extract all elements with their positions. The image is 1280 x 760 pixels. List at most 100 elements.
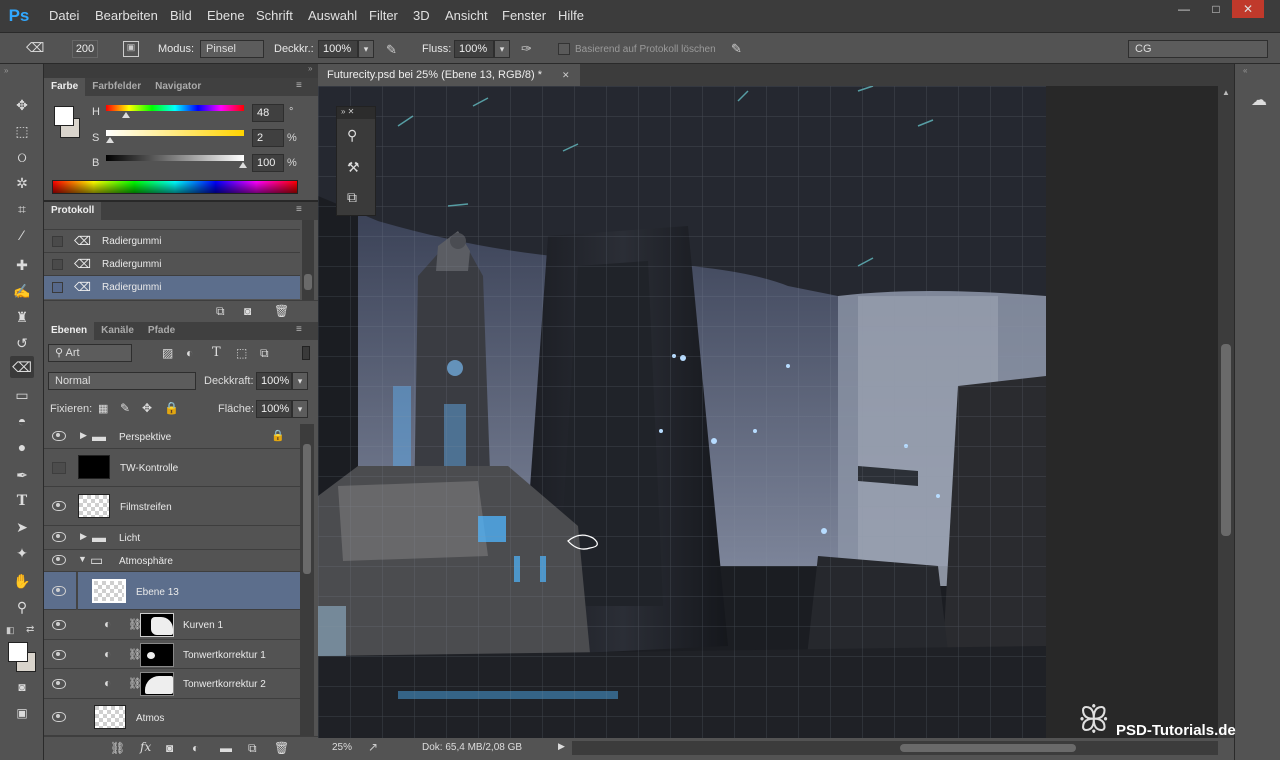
new-document-from-state-icon[interactable]: ⧉ (216, 304, 225, 319)
workspace-select[interactable]: CG (1128, 40, 1268, 58)
visibility-eye-icon[interactable] (52, 650, 66, 660)
history-menu-icon[interactable]: ≡ (296, 204, 302, 215)
visibility-off-box[interactable] (52, 462, 66, 474)
blur-tool-icon[interactable]: ◓ (10, 410, 34, 432)
pressure-size-icon[interactable]: ✎ (731, 41, 749, 57)
eyedropper-tool-icon[interactable]: ⁄ (10, 224, 34, 246)
eraser-tool-preset-icon[interactable]: ⌫ (26, 40, 44, 56)
h-slider-handle[interactable] (122, 112, 130, 118)
document-tab[interactable]: Futurecity.psd bei 25% (Ebene 13, RGB/8)… (318, 64, 580, 86)
zoom-tool-icon[interactable]: ⚲ (10, 596, 34, 618)
layer-row-adjustment[interactable]: ◐ ⛓ Tonwertkorrektur 2 (44, 669, 300, 699)
layer-style-icon[interactable]: fx (140, 740, 151, 754)
link-layers-icon[interactable]: ⛓ (110, 741, 125, 755)
history-brush-tool-icon[interactable]: ↺ (10, 332, 34, 354)
close-window-button[interactable]: ✕ (1232, 0, 1264, 18)
layers-scrollbar[interactable] (300, 424, 314, 736)
menu-filter[interactable]: Filter (369, 8, 398, 23)
clone-source-icon[interactable]: ⧉ (347, 189, 357, 206)
stamp-tool-icon[interactable]: ♜ (10, 306, 34, 328)
history-scrollbar[interactable] (302, 220, 314, 300)
pen-tool-icon[interactable]: ✒ (10, 464, 34, 486)
tab-protokoll[interactable]: Protokoll (44, 202, 102, 220)
blend-mode-select[interactable]: Normal (48, 372, 196, 390)
type-tool-icon[interactable]: T (10, 490, 34, 512)
zoom-level[interactable]: 25% (332, 742, 352, 753)
dodge-tool-icon[interactable]: ● (10, 436, 34, 458)
new-adjustment-layer-icon[interactable]: ◐ (192, 741, 199, 755)
pressure-opacity-icon[interactable]: ✎ (386, 42, 404, 58)
gradient-tool-icon[interactable]: ▭ (10, 384, 34, 406)
opacity-input[interactable]: 100% (256, 372, 292, 390)
menu-bild[interactable]: Bild (170, 8, 192, 23)
visibility-eye-icon[interactable] (52, 586, 66, 596)
default-colors-icon[interactable]: ◧ (6, 625, 15, 636)
minimize-button[interactable]: — (1168, 0, 1200, 18)
scroll-up-icon[interactable]: ▲ (1222, 88, 1230, 97)
fill-dropdown-icon[interactable]: ▾ (292, 400, 308, 418)
visibility-eye-icon[interactable] (52, 555, 66, 565)
move-tool-icon[interactable]: ✥ (10, 94, 34, 116)
layers-scroll-thumb[interactable] (303, 444, 311, 574)
menu-hilfe[interactable]: Hilfe (558, 8, 584, 23)
menu-bearbeiten[interactable]: Bearbeiten (95, 8, 158, 23)
visibility-eye-icon[interactable] (52, 679, 66, 689)
mini-panel-header[interactable]: » ✕ (337, 107, 375, 119)
brush-size-picker[interactable]: 200 (72, 40, 98, 58)
hand-tool-icon[interactable]: ✋ (10, 570, 34, 592)
panel-menu-icon[interactable]: ≡ (296, 80, 302, 91)
lock-position-icon[interactable]: ✥ (142, 401, 152, 415)
layer-row[interactable]: Atmos (44, 699, 300, 736)
history-snapshot-checkbox[interactable] (52, 282, 63, 293)
add-mask-icon[interactable]: ◙ (166, 741, 173, 755)
menu-ebene[interactable]: Ebene (207, 8, 245, 23)
menu-3d[interactable]: 3D (413, 8, 430, 23)
history-item[interactable]: ⌫ Radiergummi (44, 230, 300, 253)
expand-arrow-icon[interactable]: ▶ (80, 531, 87, 542)
tab-kanaele[interactable]: Kanäle (94, 322, 141, 340)
tab-farbfelder[interactable]: Farbfelder (85, 78, 148, 96)
new-snapshot-icon[interactable]: ◙ (244, 304, 251, 318)
visibility-eye-icon[interactable] (52, 431, 66, 441)
layer-filter-select[interactable]: ⚲ Art (48, 344, 132, 362)
b-input[interactable]: 100 (252, 154, 284, 172)
tab-farbe[interactable]: Farbe (44, 78, 86, 96)
shape-tool-icon[interactable]: ✦ (10, 542, 34, 564)
layer-mask-thumbnail[interactable] (140, 643, 174, 667)
healing-brush-tool-icon[interactable]: ✚ (10, 254, 34, 276)
layer-row[interactable]: TW-Kontrolle (44, 449, 300, 487)
horizontal-scroll-thumb[interactable] (900, 744, 1076, 752)
lock-all-icon[interactable]: 🔒 (164, 401, 179, 415)
history-snapshot-checkbox[interactable] (52, 259, 63, 270)
document-canvas[interactable]: » ✕ ⚲ ⚒ ⧉ (318, 86, 1046, 738)
fluss-dropdown-icon[interactable]: ▾ (494, 40, 510, 58)
dock-collapse-icon[interactable]: » (308, 64, 312, 73)
creative-cloud-libraries-icon[interactable]: ☁ (1247, 90, 1271, 112)
menu-fenster[interactable]: Fenster (502, 8, 546, 23)
collapse-toolbar-icon[interactable]: » (4, 66, 8, 75)
foreground-color-swatch[interactable] (8, 642, 28, 662)
s-input[interactable]: 2 (252, 129, 284, 147)
history-item[interactable]: ⌫ Radiergummi (44, 253, 300, 276)
filter-type-icon[interactable]: T (212, 345, 221, 360)
magic-wand-tool-icon[interactable]: ✲ (10, 172, 34, 194)
history-scroll-thumb[interactable] (304, 274, 312, 290)
layer-row-adjustment[interactable]: ◐ ⛓ Tonwertkorrektur 1 (44, 640, 300, 669)
filter-shape-icon[interactable]: ⬚ (236, 346, 247, 360)
share-icon[interactable]: ↗ (368, 740, 378, 754)
layer-mask-thumbnail[interactable] (140, 613, 174, 637)
tab-pfade[interactable]: Pfade (141, 322, 182, 340)
dock-expand-icon[interactable]: « (1243, 66, 1247, 75)
protokoll-checkbox[interactable] (558, 43, 570, 55)
screen-mode-icon[interactable]: ▣ (10, 702, 34, 724)
menu-ansicht[interactable]: Ansicht (445, 8, 488, 23)
layer-row[interactable]: Filmstreifen (44, 487, 300, 526)
airbrush-icon[interactable]: ✑ (521, 41, 539, 57)
marquee-tool-icon[interactable]: ⬚ (10, 120, 34, 142)
filter-toggle[interactable] (302, 346, 310, 360)
fluss-input[interactable]: 100% (454, 40, 494, 58)
visibility-eye-icon[interactable] (52, 712, 66, 722)
b-slider-handle[interactable] (239, 162, 247, 168)
quick-mask-icon[interactable]: ◙ (10, 676, 34, 698)
expand-arrow-icon[interactable]: ▶ (80, 430, 87, 441)
